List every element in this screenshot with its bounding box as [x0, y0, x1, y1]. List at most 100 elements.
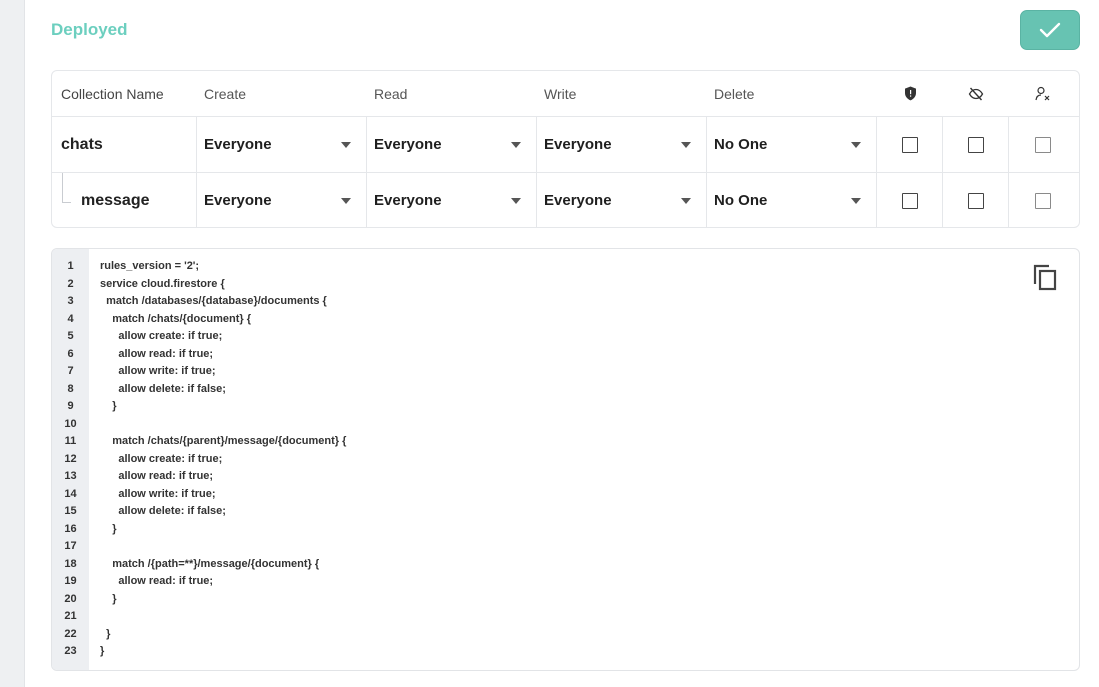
- line-number: 7: [67, 365, 74, 377]
- eye-off-checkbox[interactable]: [967, 192, 984, 209]
- user-remove-icon: [1034, 86, 1049, 100]
- read-permission-cell: Everyone: [367, 117, 537, 172]
- code-line: allow delete: if false;: [100, 505, 226, 517]
- code-line: match /chats/{parent}/message/{document}…: [100, 435, 347, 447]
- check-icon: [1039, 22, 1061, 38]
- copy-icon: [1033, 264, 1057, 291]
- collection-name-cell: chats: [52, 117, 197, 172]
- code-line: match /databases/{database}/documents {: [100, 295, 327, 307]
- select-value: Everyone: [544, 192, 612, 209]
- line-number: 17: [64, 540, 77, 552]
- table-row: chats Everyone Everyone Everyone No One: [52, 117, 1079, 173]
- select-value: Everyone: [204, 136, 272, 153]
- write-permission-cell: Everyone: [537, 173, 707, 227]
- code-line: allow read: if true;: [100, 347, 214, 360]
- code-line: allow read: if true;: [100, 575, 214, 587]
- line-number: 11: [64, 435, 77, 447]
- line-number: 20: [64, 592, 77, 605]
- column-header-eye-off: [943, 71, 1009, 116]
- caret-down-icon: [511, 141, 521, 148]
- eye-off-checkbox[interactable]: [967, 136, 984, 153]
- column-header-create: Create: [204, 85, 247, 102]
- line-number: 22: [64, 627, 77, 640]
- delete-permission-cell: No One: [707, 173, 877, 227]
- create-permission-cell: Everyone: [197, 117, 367, 172]
- write-permission-select[interactable]: Everyone: [537, 117, 706, 172]
- column-header-shield: [877, 71, 943, 116]
- user-remove-checkbox-cell: [1009, 173, 1076, 227]
- user-remove-checkbox[interactable]: [1034, 136, 1051, 153]
- select-value: Everyone: [544, 136, 612, 153]
- eye-off-icon: [968, 87, 984, 100]
- select-value: No One: [714, 192, 768, 209]
- line-number: 13: [64, 470, 77, 482]
- eye-off-checkbox-cell: [943, 173, 1009, 227]
- read-permission-select[interactable]: Everyone: [367, 173, 536, 227]
- delete-permission-cell: No One: [707, 117, 877, 172]
- subcollection-connector: [62, 173, 71, 203]
- collection-name: chats: [61, 135, 103, 153]
- line-number: 15: [64, 505, 77, 517]
- write-permission-select[interactable]: Everyone: [537, 173, 706, 227]
- user-remove-checkbox[interactable]: [1034, 192, 1051, 209]
- code-line: }: [100, 522, 117, 535]
- shield-checkbox-cell: [877, 173, 943, 227]
- column-header-collection-name: Collection Name: [61, 85, 164, 102]
- code-line: allow delete: if false;: [100, 382, 226, 395]
- line-number: 4: [67, 312, 74, 325]
- select-value: Everyone: [374, 136, 442, 153]
- code-line: allow write: if true;: [100, 365, 216, 377]
- code-line: service cloud.firestore {: [100, 277, 225, 290]
- code-line: }: [100, 592, 117, 605]
- line-number: 14: [64, 487, 77, 500]
- code-line: rules_version = '2';: [100, 260, 200, 272]
- read-permission-cell: Everyone: [367, 173, 537, 227]
- write-permission-cell: Everyone: [537, 117, 707, 172]
- delete-permission-select[interactable]: No One: [707, 117, 876, 172]
- deploy-status: Deployed: [51, 20, 128, 39]
- code-line: match /{path=**}/message/{document} {: [100, 557, 320, 570]
- confirm-button[interactable]: [1020, 10, 1080, 50]
- table-row: message Everyone Everyone Everyone No On…: [52, 173, 1079, 227]
- shield-checkbox[interactable]: [901, 136, 918, 153]
- code-line: allow write: if true;: [100, 487, 216, 500]
- line-number: 8: [67, 382, 74, 395]
- line-number: 5: [67, 330, 74, 342]
- select-value: No One: [714, 136, 768, 153]
- code-line: allow create: if true;: [100, 452, 223, 465]
- line-number: 21: [64, 610, 77, 622]
- column-header-user-remove: [1009, 71, 1076, 116]
- caret-down-icon: [511, 197, 521, 204]
- eye-off-checkbox-cell: [943, 117, 1009, 172]
- column-header-write: Write: [544, 85, 577, 102]
- delete-permission-select[interactable]: No One: [707, 173, 876, 227]
- caret-down-icon: [851, 141, 861, 148]
- header: Deployed: [51, 0, 1080, 62]
- column-header-delete: Delete: [714, 85, 755, 102]
- code-line: }: [100, 400, 117, 412]
- code-line: allow create: if true;: [100, 330, 223, 342]
- caret-down-icon: [681, 197, 691, 204]
- line-number: 18: [64, 557, 77, 570]
- shield-checkbox[interactable]: [901, 192, 918, 209]
- code-line: }: [100, 645, 105, 657]
- caret-down-icon: [341, 141, 351, 148]
- line-number: 16: [64, 522, 77, 535]
- rules-code-editor[interactable]: 1 2 3 4 5 6 7 8 9 10 11 12 13 14 15 16 17 18 19 20 21 22 23 ru…: [51, 248, 1080, 671]
- create-permission-select[interactable]: Everyone: [197, 173, 366, 227]
- select-value: Everyone: [374, 192, 442, 209]
- user-remove-checkbox-cell: [1009, 117, 1076, 172]
- caret-down-icon: [681, 141, 691, 148]
- column-header-read: Read: [374, 85, 408, 102]
- line-number: 1: [67, 260, 74, 272]
- shield-checkbox-cell: [877, 117, 943, 172]
- read-permission-select[interactable]: Everyone: [367, 117, 536, 172]
- line-number: 3: [67, 295, 74, 307]
- table-header-row: Collection Name Create Read Write Delete: [52, 71, 1079, 117]
- code-line: allow read: if true;: [100, 470, 214, 482]
- line-number: 12: [64, 452, 77, 465]
- create-permission-select[interactable]: Everyone: [197, 117, 366, 172]
- copy-button[interactable]: [1031, 263, 1059, 291]
- left-sidebar-edge: [0, 0, 25, 687]
- line-number: 2: [67, 277, 74, 290]
